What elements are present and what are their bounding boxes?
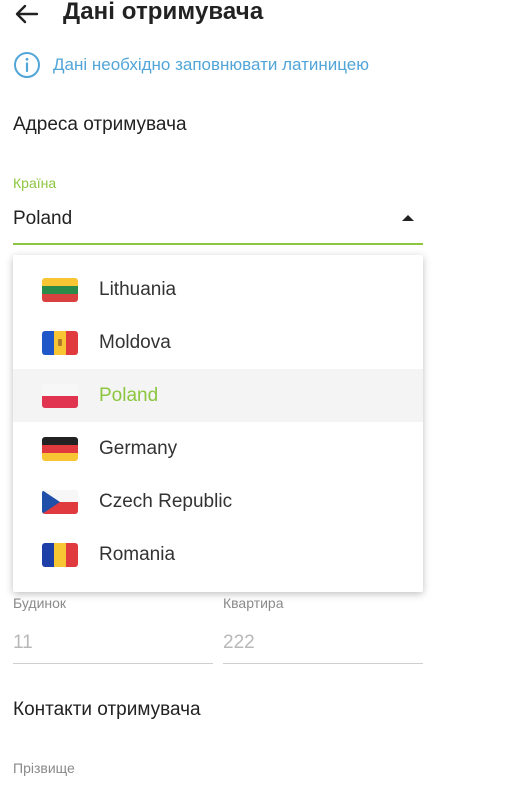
house-label: Будинок [13,595,67,611]
contacts-section-title: Контакти отримувача [13,699,201,720]
country-dropdown: Lithuania Moldova Poland Germany Czech R… [13,255,423,592]
back-button[interactable] [10,0,44,28]
option-label: Lithuania [99,278,177,300]
moldova-flag-icon [42,330,78,355]
poland-flag-icon [42,383,78,408]
dropdown-option-poland[interactable]: Poland [13,369,423,422]
address-section-title: Адреса отримувача [13,114,187,135]
arrow-left-icon [15,4,39,24]
option-label: Moldova [99,331,171,353]
romania-flag-icon [42,542,78,567]
app-header: Дані отримувача [0,0,510,30]
option-label: Germany [99,437,178,459]
dropdown-option-romania[interactable]: Romania [13,528,423,581]
latin-notice: Дані необхідно заповнювати латиницею [13,51,369,79]
house-input[interactable] [13,632,213,654]
notice-text: Дані необхідно заповнювати латиницею [53,55,370,74]
dropdown-option-moldova[interactable]: Moldova [13,316,423,369]
country-select[interactable]: Poland [13,200,423,245]
country-label: Країна [13,175,57,191]
info-circle-icon [14,52,40,78]
option-label: Poland [99,384,159,406]
house-field[interactable] [13,624,213,664]
page-title: Дані отримувача [63,0,264,25]
apartment-input[interactable] [223,632,423,654]
lithuania-flag-icon [42,277,78,302]
germany-flag-icon [42,436,78,461]
dropdown-option-germany[interactable]: Germany [13,422,423,475]
apartment-label: Квартира [223,595,284,611]
dropdown-option-lithuania[interactable]: Lithuania [13,263,423,316]
option-label: Czech Republic [99,490,233,512]
apartment-field[interactable] [223,624,423,664]
country-select-value: Poland [13,208,73,229]
czech-flag-icon [42,489,78,514]
caret-up-icon [402,215,414,221]
surname-label: Прізвище [13,760,75,776]
option-label: Romania [99,543,176,565]
dropdown-option-czech-republic[interactable]: Czech Republic [13,475,423,528]
